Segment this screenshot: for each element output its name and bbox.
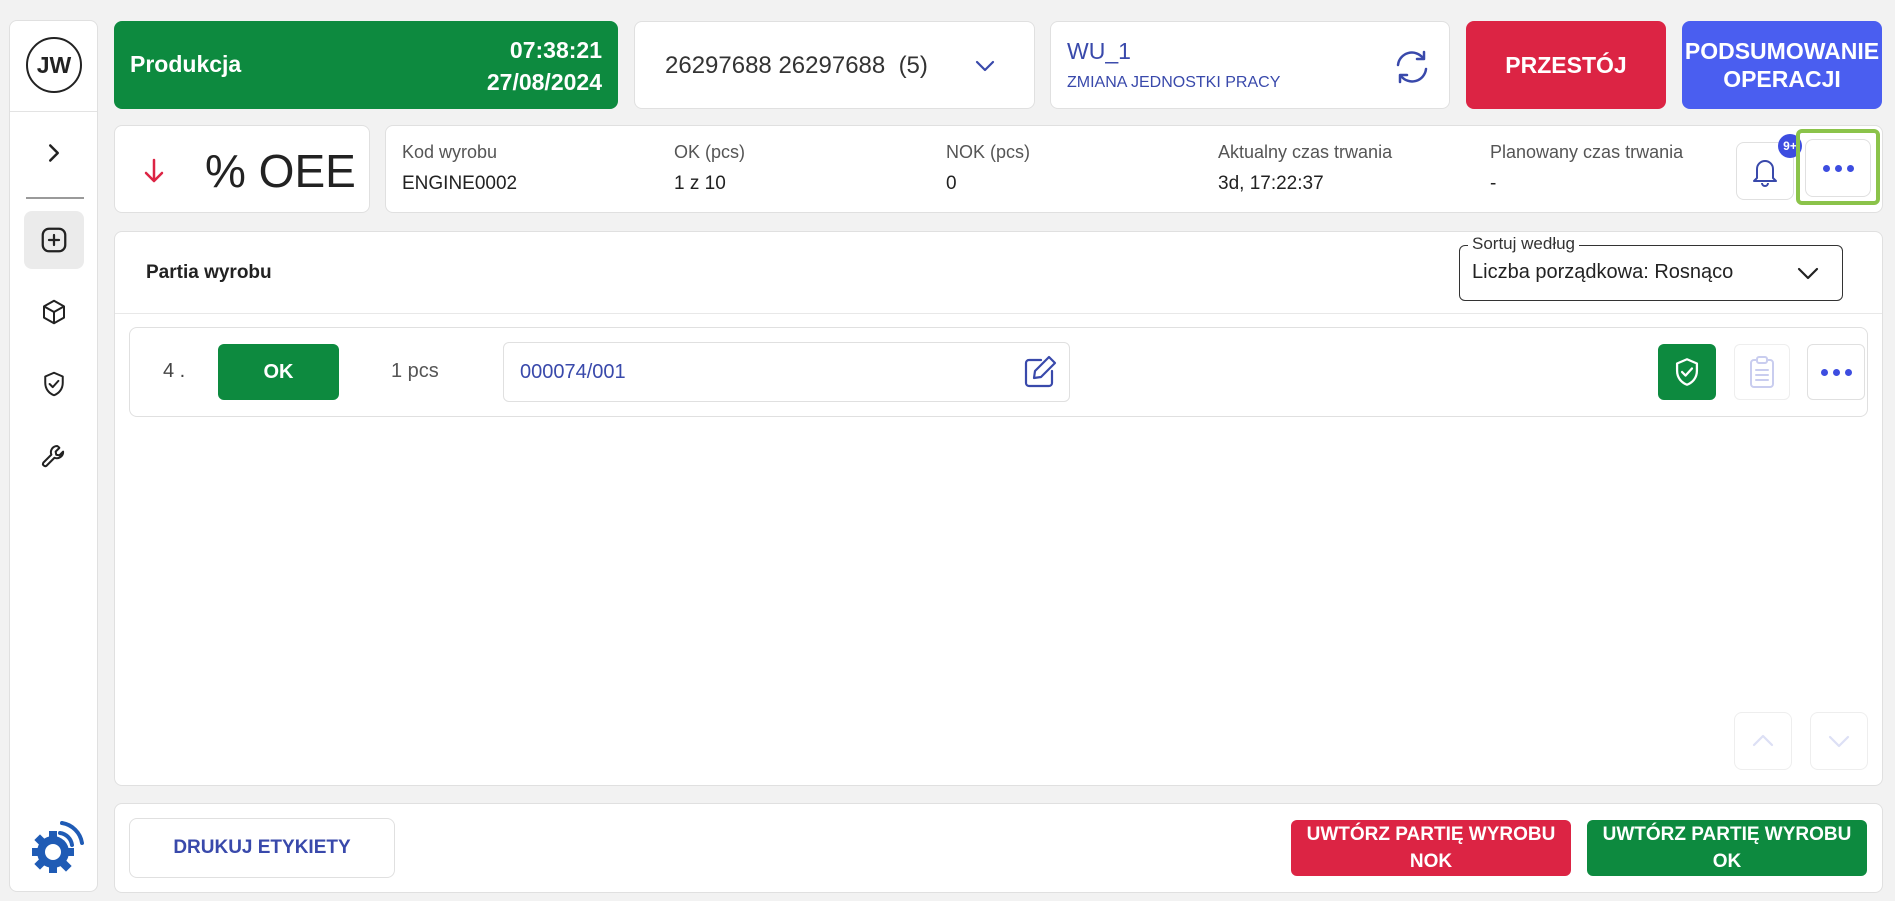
more-dots-icon: [1820, 368, 1852, 376]
sidebar-item-maintenance[interactable]: [24, 427, 84, 485]
ok-count-label: OK (pcs): [674, 142, 746, 162]
production-status-panel: Produkcja 07:38:21 27/08/2024: [114, 21, 618, 109]
planned-duration-value: -: [1490, 173, 1497, 194]
quality-check-button[interactable]: [1658, 344, 1716, 400]
create-ok-batch-label-line2: OK: [1712, 851, 1742, 872]
work-unit-panel[interactable]: WU_1 ZMIANA JEDNOSTKI PRACY: [1050, 21, 1450, 109]
sidebar-item-add[interactable]: [24, 211, 84, 269]
batch-number-field[interactable]: 000074/001: [503, 342, 1070, 402]
plus-square-icon: [41, 227, 67, 253]
operation-summary-button[interactable]: PODSUMOWANIE OPERACJI: [1682, 21, 1882, 109]
product-code-value: ENGINE0002: [402, 173, 518, 194]
actual-duration-label: Aktualny czas trwania: [1218, 142, 1393, 162]
oee-value: % OEE: [205, 145, 356, 197]
current-date: 27/08/2024: [486, 69, 602, 95]
scroll-up-button[interactable]: [1734, 712, 1792, 770]
sort-select[interactable]: Sortuj według Liczba porządkowa: Rosnąco: [1459, 234, 1843, 301]
sidebar-separator: [26, 197, 84, 199]
operation-summary-label-line1: PODSUMOWANIE: [1684, 38, 1880, 64]
work-unit-title: WU_1: [1067, 38, 1131, 64]
nok-count-field: NOK (pcs) 0: [946, 142, 1030, 195]
batch-quantity: 1 pcs: [391, 360, 439, 382]
create-ok-batch-button[interactable]: UWTÓRZ PARTIĘ WYROBU OK: [1587, 820, 1867, 876]
more-options-button[interactable]: [1805, 139, 1871, 197]
bell-icon: [1753, 160, 1777, 187]
avatar[interactable]: JW: [26, 37, 82, 93]
scroll-down-button[interactable]: [1810, 712, 1868, 770]
production-clock: 07:38:21 27/08/2024: [487, 34, 602, 98]
batch-row-more-button[interactable]: [1807, 344, 1865, 400]
create-nok-batch-label-line2: NOK: [1409, 851, 1453, 872]
clipboard-icon: [1750, 356, 1774, 388]
batch-row-number: 4 .: [163, 360, 186, 382]
action-footer: DRUKUJ ETYKIETY UWTÓRZ PARTIĘ WYROBU NOK…: [114, 803, 1883, 893]
create-nok-batch-label-line1: UWTÓRZ PARTIĘ WYROBU: [1306, 824, 1556, 845]
chevron-up-icon: [1752, 734, 1774, 747]
batch-number-value: 000074/001: [520, 361, 626, 383]
sort-select-label: Sortuj według: [1468, 234, 1580, 254]
create-nok-batch-button[interactable]: UWTÓRZ PARTIĘ WYROBU NOK: [1291, 820, 1571, 876]
nok-count-label: NOK (pcs): [946, 142, 1031, 162]
batch-panel-divider: [115, 313, 1882, 314]
gear-wifi-logo: [32, 821, 84, 873]
sidebar: JW: [9, 20, 98, 892]
chevron-down-icon: [1828, 735, 1850, 748]
cube-icon: [43, 299, 65, 325]
shield-check-icon: [44, 371, 64, 397]
batch-row[interactable]: 4 . OK 1 pcs 000074/001: [129, 327, 1868, 417]
product-code-field: Kod wyrobu ENGINE0002: [402, 142, 517, 195]
product-code-label: Kod wyrobu: [402, 142, 498, 162]
sync-icon[interactable]: [1391, 46, 1433, 88]
order-info-bar: Kod wyrobu ENGINE0002 OK (pcs) 1 z 10 NO…: [385, 125, 1883, 213]
batch-panel-title: Partia wyrobu: [146, 262, 272, 283]
planned-duration-label: Planowany czas trwania: [1490, 142, 1684, 162]
sidebar-divider: [10, 111, 97, 112]
sort-select-value: Liczba porządkowa: Rosnąco: [1472, 261, 1734, 283]
shield-check-icon: [1675, 358, 1699, 386]
sidebar-item-products[interactable]: [24, 283, 84, 341]
actual-duration-field: Aktualny czas trwania 3d, 17:22:37: [1218, 142, 1392, 195]
print-labels-button[interactable]: DRUKUJ ETYKIETY: [129, 818, 395, 878]
operation-summary-label-line2: OPERACJI: [1723, 66, 1841, 92]
order-selector-value: 26297688 26297688 (5): [665, 52, 928, 79]
create-ok-batch-label-line1: UWTÓRZ PARTIĘ WYROBU: [1602, 824, 1852, 845]
nok-count-value: 0: [946, 173, 957, 194]
work-unit-change-label: ZMIANA JEDNOSTKI PRACY: [1067, 74, 1281, 91]
chevron-down-icon: [1797, 267, 1819, 280]
clipboard-button[interactable]: [1734, 344, 1790, 400]
sidebar-item-quality[interactable]: [24, 355, 84, 413]
ok-count-field: OK (pcs) 1 z 10: [674, 142, 745, 195]
production-status-label: Produkcja: [130, 51, 242, 77]
ok-count-value: 1 z 10: [674, 173, 726, 194]
sidebar-expand-button[interactable]: [24, 124, 84, 182]
more-dots-icon: [1822, 164, 1854, 172]
edit-icon[interactable]: [1021, 353, 1059, 391]
planned-duration-field: Planowany czas trwania -: [1490, 142, 1683, 195]
order-selector[interactable]: 26297688 26297688 (5): [634, 21, 1035, 109]
chevron-right-icon: [49, 144, 59, 162]
downtime-button[interactable]: PRZESTÓJ: [1466, 21, 1666, 109]
wrench-icon: [42, 445, 65, 468]
current-time: 07:38:21: [509, 37, 602, 63]
oee-panel: % OEE: [114, 125, 370, 213]
batch-panel: Partia wyrobu Sortuj według Liczba porzą…: [114, 231, 1883, 786]
batch-status-badge[interactable]: OK: [218, 344, 339, 400]
chevron-down-icon: [975, 60, 995, 72]
arrow-down-icon: [144, 158, 164, 183]
actual-duration-value: 3d, 17:22:37: [1218, 173, 1324, 194]
